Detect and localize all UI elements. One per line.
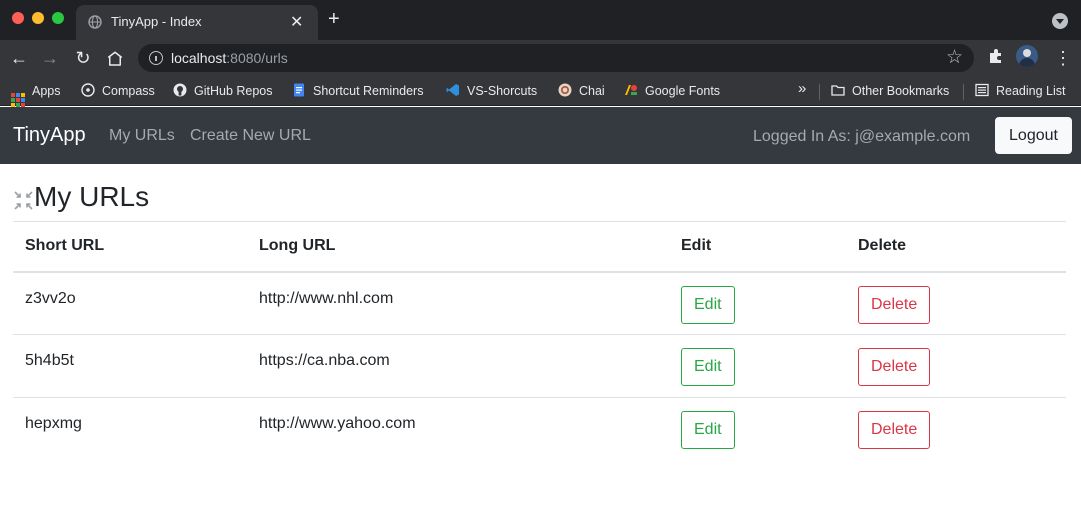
column-header-long-url: Long URL (247, 221, 669, 273)
browser-tab[interactable]: TinyApp - Index ✕ (76, 5, 318, 40)
delete-button[interactable]: Delete (858, 348, 931, 386)
bookmark-label: Compass (102, 84, 155, 98)
bookmark-label: Shortcut Reminders (313, 84, 424, 98)
app-navbar: TinyApp My URLs Create New URL Logged In… (0, 107, 1081, 164)
nav-link-my-urls[interactable]: My URLs (109, 127, 175, 145)
short-url-cell: hepxmg (25, 415, 82, 432)
bookmark-label: VS-Shorcuts (467, 84, 538, 98)
compass-icon (81, 83, 95, 97)
bookmark-chai[interactable]: Chai (558, 82, 605, 100)
url-text: localhost:8080/urls (171, 50, 288, 66)
short-url-cell: 5h4b5t (13, 334, 247, 398)
browser-toolbar: ← → ↻ localhost:8080/urls ☆ ⋮ (0, 40, 1081, 76)
window-zoom-button[interactable] (52, 12, 64, 24)
new-tab-icon[interactable]: + (328, 9, 340, 29)
table-row: hepxmg http://www.yahoo.com Edit Delete (13, 398, 1066, 461)
bookmark-label: Reading List (996, 84, 1066, 98)
edit-button[interactable]: Edit (681, 411, 735, 449)
column-header-short-url: Short URL (13, 221, 247, 273)
window-close-button[interactable] (12, 12, 24, 24)
vscode-icon (446, 84, 459, 96)
bookmark-label: Chai (579, 84, 605, 98)
logout-button[interactable]: Logout (995, 117, 1072, 154)
tab-search-icon[interactable] (1052, 13, 1068, 29)
back-arrow-icon[interactable]: ← (7, 46, 31, 70)
bookmark-apps[interactable]: Apps (11, 82, 61, 107)
bookmark-vs-shorcuts[interactable]: VS-Shorcuts (446, 82, 537, 100)
long-url-cell: http://www.nhl.com (247, 271, 669, 335)
long-url-cell: https://ca.nba.com (247, 334, 669, 398)
folder-icon (831, 85, 845, 96)
bookmark-label: GitHub Repos (194, 84, 273, 98)
bookmark-other-bookmarks[interactable]: Other Bookmarks (831, 82, 949, 100)
docs-icon (294, 83, 304, 97)
table-row: 5h4b5t https://ca.nba.com Edit Delete (13, 334, 1066, 398)
bookmark-shortcut-reminders[interactable]: Shortcut Reminders (292, 82, 423, 100)
urls-table: Short URL Long URL Edit Delete z3vv2o ht… (13, 221, 1066, 461)
profile-avatar[interactable] (1016, 45, 1038, 67)
table-header-row: Short URL Long URL Edit Delete (13, 221, 1066, 273)
window-minimize-button[interactable] (32, 12, 44, 24)
bookmark-star-icon[interactable]: ☆ (946, 46, 963, 69)
bookmark-github-repos[interactable]: GitHub Repos (173, 82, 273, 100)
forward-arrow-icon[interactable]: → (38, 46, 62, 70)
home-icon[interactable] (106, 50, 124, 68)
url-path: :8080/urls (226, 50, 288, 66)
delete-cell: Delete (846, 334, 1066, 398)
chai-icon (558, 83, 572, 97)
logged-in-status: Logged In As: j@example.com (753, 128, 971, 145)
page-title: My URLs (34, 181, 150, 212)
google-fonts-icon (625, 85, 637, 95)
apps-grid-icon (11, 93, 25, 107)
url-host: localhost (171, 50, 227, 66)
edit-button[interactable]: Edit (681, 285, 735, 324)
brand-link[interactable]: TinyApp (13, 124, 86, 147)
reading-list-icon (975, 83, 989, 97)
edit-cell: Edit (669, 398, 846, 461)
delete-button[interactable]: Delete (858, 411, 931, 449)
bookmarks-divider (819, 84, 820, 100)
delete-cell: Delete (846, 398, 1066, 461)
address-bar[interactable]: localhost:8080/urls ☆ (138, 44, 974, 72)
kebab-menu-icon[interactable]: ⋮ (1054, 46, 1072, 70)
bookmark-label: Other Bookmarks (852, 84, 950, 98)
browser-tab-strip: TinyApp - Index ✕ + (0, 0, 1081, 40)
reload-icon[interactable]: ↻ (71, 46, 95, 70)
column-header-delete: Delete (846, 221, 1066, 273)
edit-button[interactable]: Edit (681, 348, 735, 386)
github-icon (173, 83, 187, 97)
edit-cell: Edit (669, 271, 846, 335)
tab-title: TinyApp - Index (111, 14, 202, 29)
nav-link-create-new-url[interactable]: Create New URL (190, 127, 311, 145)
column-header-edit: Edit (669, 221, 846, 273)
bookmark-label: Google Fonts (645, 84, 721, 98)
bookmarks-bar: Apps Compass GitHub Repos Shortcut Remin… (0, 76, 1081, 107)
bookmarks-overflow-chevron[interactable]: » (798, 80, 806, 97)
reading-list-button[interactable]: Reading List (975, 82, 1066, 100)
table-row: z3vv2o http://www.nhl.com Edit Delete (13, 271, 1066, 335)
bookmark-google-fonts[interactable]: Google Fonts (624, 82, 720, 100)
globe-icon (88, 15, 102, 29)
extensions-puzzle-icon[interactable] (987, 47, 1005, 65)
bookmark-label: Apps (32, 84, 61, 98)
collapse-arrows-icon (14, 191, 33, 210)
close-tab-icon[interactable]: ✕ (290, 12, 303, 32)
long-url-cell: http://www.yahoo.com (259, 415, 416, 432)
edit-cell: Edit (669, 334, 846, 398)
bookmark-compass[interactable]: Compass (81, 82, 155, 100)
site-info-icon[interactable] (149, 51, 163, 65)
delete-cell: Delete (846, 271, 1066, 335)
short-url-cell: z3vv2o (13, 271, 247, 335)
delete-button[interactable]: Delete (858, 285, 931, 324)
bookmarks-divider (963, 84, 964, 100)
